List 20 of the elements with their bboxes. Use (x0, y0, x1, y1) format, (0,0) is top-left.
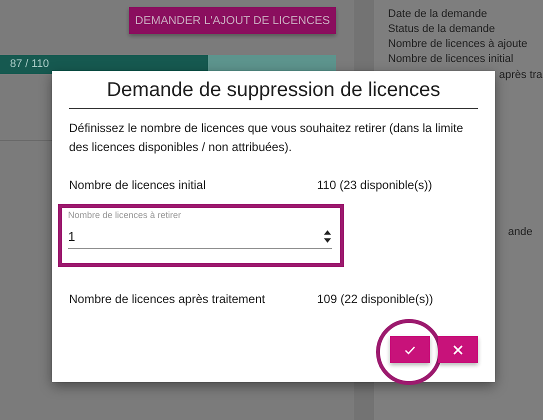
add-licences-button[interactable]: DEMANDER L'AJOUT DE LICENCES (129, 7, 336, 34)
dialog-description: Définissez le nombre de licences que vous souhaitez retirer (dans la limite des licences disponibles / non attribuées). (69, 120, 464, 156)
detail-label: ande (508, 226, 534, 238)
spinner-icon[interactable] (323, 229, 332, 244)
close-icon (452, 344, 464, 356)
detail-label: Date de la demande (388, 7, 488, 22)
row-label: Nombre de licences après traitement (69, 292, 266, 306)
detail-label: Nombre de licences initial (388, 52, 514, 67)
row-value: 109 (22 disponible(s)) (317, 292, 434, 306)
field-label: Nombre de licences à retirer (68, 210, 182, 220)
dialog-title: Demande de suppression de licences (69, 71, 478, 109)
detail-label: Nombre de licences à ajoute (388, 37, 528, 52)
detail-label: Status de la demande (388, 22, 496, 37)
field-value: 1 (68, 229, 76, 244)
row-label: Nombre de licences initial (69, 178, 207, 192)
row-value: 110 (23 disponible(s)) (317, 178, 432, 192)
detail-label: après tra (499, 68, 543, 83)
cancel-button[interactable] (438, 336, 478, 363)
usage-reading: 87 / 110 (10, 58, 49, 70)
number-field[interactable]: Nombre de licences à retirer 1 (68, 210, 332, 249)
